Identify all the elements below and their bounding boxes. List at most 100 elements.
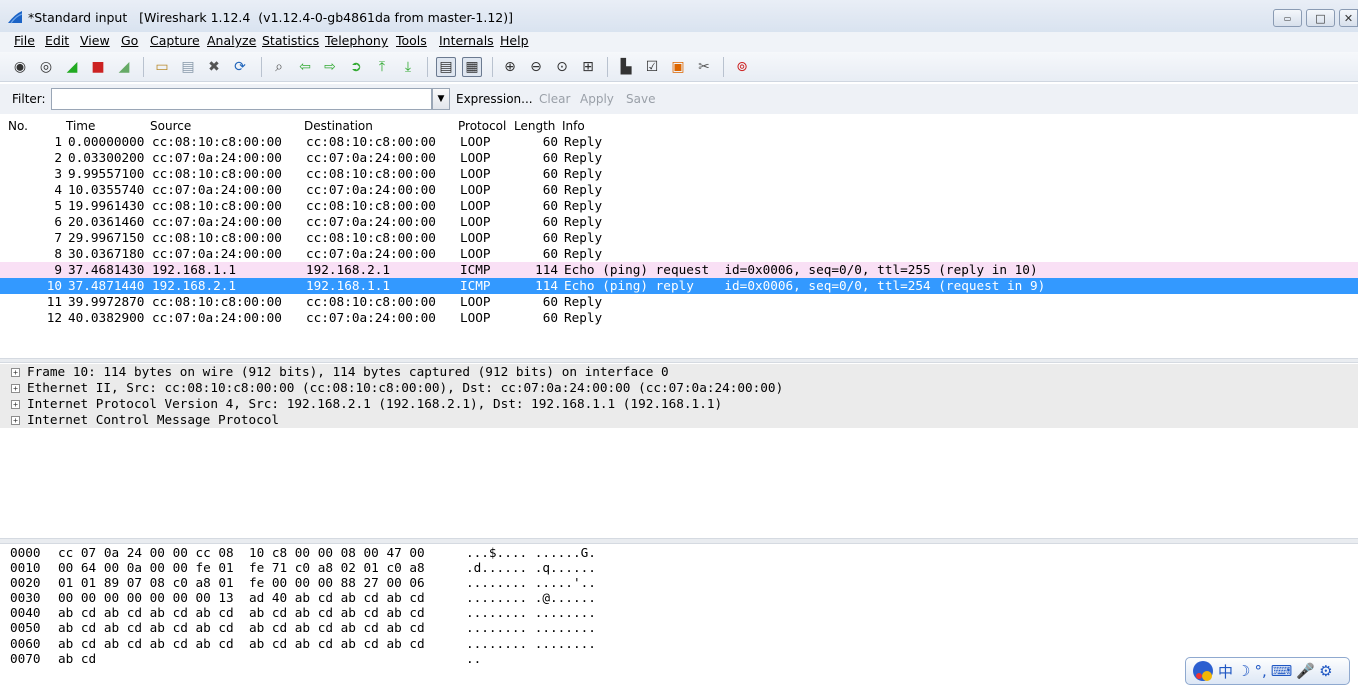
- menu-statistics[interactable]: Statistics: [262, 33, 319, 48]
- go-to-packet-icon[interactable]: ➲: [346, 57, 366, 77]
- zoom-in-icon[interactable]: ⊕: [500, 57, 520, 77]
- expression-button[interactable]: Expression...: [456, 92, 533, 106]
- menu-help[interactable]: Help: [500, 33, 529, 48]
- packet-row[interactable]: 7 29.9967150 cc:08:10:c8:00:00 cc:08:10:c8:…: [0, 230, 1358, 246]
- filter-dropdown-button[interactable]: ▼: [432, 88, 450, 110]
- ime-keyboard-icon[interactable]: ⌨: [1271, 662, 1293, 680]
- packet-time-cell: 37.4681430: [68, 262, 145, 277]
- capture-filters-icon[interactable]: ▙: [616, 57, 636, 77]
- hex-row[interactable]: 0010 00 64 00 0a 00 00 fe 01 fe 71 c0 a8 …: [0, 560, 1358, 575]
- open-file-icon[interactable]: ▭: [152, 57, 172, 77]
- pane-splitter[interactable]: [0, 538, 1358, 544]
- options-icon[interactable]: ◎: [36, 57, 56, 77]
- filter-input[interactable]: [51, 88, 432, 110]
- column-source[interactable]: Source: [150, 119, 191, 133]
- packet-row[interactable]: 1 0.00000000 cc:08:10:c8:00:00 cc:08:10:c8:…: [0, 134, 1358, 150]
- menu-tools[interactable]: Tools: [396, 33, 427, 48]
- go-back-icon[interactable]: ⇦: [295, 57, 315, 77]
- preferences-icon[interactable]: ✂: [694, 57, 714, 77]
- menu-telephony[interactable]: Telephony: [325, 33, 388, 48]
- hex-row[interactable]: 0040 ab cd ab cd ab cd ab cd ab cd ab cd …: [0, 605, 1358, 620]
- resize-columns-icon[interactable]: ⊞: [578, 57, 598, 77]
- packet-row[interactable]: 5 19.9961430 cc:08:10:c8:00:00 cc:08:10:c8:…: [0, 198, 1358, 214]
- pane-splitter[interactable]: [0, 358, 1358, 363]
- packet-row[interactable]: 6 20.0361460 cc:07:0a:24:00:00 cc:07:0a:24:…: [0, 214, 1358, 230]
- ime-moon-icon[interactable]: ☽: [1237, 662, 1250, 680]
- column-length[interactable]: Length: [514, 119, 555, 133]
- menu-analyze[interactable]: Analyze: [207, 33, 256, 48]
- hex-row[interactable]: 0050 ab cd ab cd ab cd ab cd ab cd ab cd …: [0, 620, 1358, 635]
- column-info[interactable]: Info: [562, 119, 585, 133]
- menu-edit[interactable]: Edit: [45, 33, 69, 48]
- menu-go[interactable]: Go: [121, 33, 138, 48]
- reload-icon[interactable]: ⟳: [230, 57, 250, 77]
- expand-icon[interactable]: +: [11, 368, 20, 377]
- packet-row[interactable]: 8 30.0367180 cc:07:0a:24:00:00 cc:07:0a:24:…: [0, 246, 1358, 262]
- packet-row[interactable]: 9 37.4681430 192.168.1.1 192.168.2.1 ICMP 114…: [0, 262, 1358, 278]
- packet-row[interactable]: 4 10.0355740 cc:07:0a:24:00:00 cc:07:0a:24:…: [0, 182, 1358, 198]
- filter-bar: Filter: ▼ Expression... Clear Apply Save: [0, 84, 1358, 114]
- menu-view[interactable]: View: [80, 33, 110, 48]
- hex-row[interactable]: 0020 01 01 89 07 08 c0 a8 01 fe 00 00 00 …: [0, 575, 1358, 590]
- zoom-normal-icon[interactable]: ⊙: [552, 57, 572, 77]
- stop-capture-icon[interactable]: ■: [88, 57, 108, 77]
- hex-row[interactable]: 0030 00 00 00 00 00 00 00 13 ad 40 ab cd …: [0, 590, 1358, 605]
- coloring-rules-icon[interactable]: ▣: [668, 57, 688, 77]
- display-filters-icon[interactable]: ☑: [642, 57, 662, 77]
- packet-row[interactable]: 10 37.4871440 192.168.2.1 192.168.1.1 ICMP 11…: [0, 278, 1358, 294]
- ime-punctuation-icon[interactable]: °,: [1254, 662, 1266, 680]
- column-destination[interactable]: Destination: [304, 119, 373, 133]
- go-first-icon[interactable]: ⤒: [372, 57, 392, 77]
- packet-info-cell: Echo (ping) reply id=0x0006, seq=0/0, tt…: [564, 278, 1046, 293]
- minimize-button[interactable]: ▭: [1273, 9, 1302, 27]
- ime-mic-icon[interactable]: 🎤: [1296, 662, 1315, 680]
- packet-row[interactable]: 12 40.0382900 cc:07:0a:24:00:00 cc:07:0a:24…: [0, 310, 1358, 326]
- ime-toolbar[interactable]: 中 ☽ °, ⌨ 🎤 ⚙: [1185, 657, 1350, 685]
- zoom-out-icon[interactable]: ⊖: [526, 57, 546, 77]
- find-packet-icon[interactable]: ⌕: [269, 57, 289, 77]
- detail-tree-item[interactable]: + Frame 10: 114 bytes on wire (912 bits),…: [0, 364, 1358, 380]
- packet-row[interactable]: 2 0.03300200 cc:07:0a:24:00:00 cc:07:0a:24:…: [0, 150, 1358, 166]
- start-capture-icon[interactable]: ◢: [62, 57, 82, 77]
- save-filter-button[interactable]: Save: [626, 92, 655, 106]
- hex-row[interactable]: 0000 cc 07 0a 24 00 00 cc 08 10 c8 00 00 …: [0, 545, 1358, 560]
- go-last-icon[interactable]: ⤓: [398, 57, 418, 77]
- menu-file[interactable]: File: [14, 33, 35, 48]
- expand-icon[interactable]: +: [11, 400, 20, 409]
- packet-info-cell: Reply: [564, 246, 603, 261]
- packet-no-cell: 3: [54, 166, 62, 181]
- packet-src-cell: cc:08:10:c8:00:00: [152, 294, 282, 309]
- packet-row[interactable]: 3 9.99557100 cc:08:10:c8:00:00 cc:08:10:c8:…: [0, 166, 1358, 182]
- menu-capture[interactable]: Capture: [150, 33, 200, 48]
- expand-icon[interactable]: +: [11, 416, 20, 425]
- apply-button[interactable]: Apply: [580, 92, 614, 106]
- packet-row[interactable]: 11 39.9972870 cc:08:10:c8:00:00 cc:08:10:c8…: [0, 294, 1358, 310]
- menu-internals[interactable]: Internals: [439, 33, 494, 48]
- title-bar: *Standard input [Wireshark 1.12.4 (v1.12…: [0, 0, 1358, 32]
- help-icon[interactable]: ⊚: [732, 57, 752, 77]
- close-button[interactable]: ✕: [1339, 9, 1358, 27]
- ime-settings-icon[interactable]: ⚙: [1319, 662, 1332, 680]
- detail-tree-item[interactable]: + Internet Protocol Version 4, Src: 192.1…: [0, 396, 1358, 412]
- hex-ascii: ........ ........: [466, 605, 596, 621]
- packet-len-cell: 60: [542, 182, 558, 197]
- restart-capture-icon[interactable]: ◢: [114, 57, 134, 77]
- detail-tree-item[interactable]: + Internet Control Message Protocol: [0, 412, 1358, 428]
- column-time[interactable]: Time: [66, 119, 95, 133]
- column-protocol[interactable]: Protocol: [458, 119, 506, 133]
- interfaces-icon[interactable]: ◉: [10, 57, 30, 77]
- hex-row[interactable]: 0070 ab cd..: [0, 651, 1358, 666]
- go-forward-icon[interactable]: ⇨: [320, 57, 340, 77]
- expand-icon[interactable]: +: [11, 384, 20, 393]
- column-no[interactable]: No.: [8, 119, 28, 133]
- save-file-icon[interactable]: ▤: [178, 57, 198, 77]
- detail-tree-item[interactable]: + Ethernet II, Src: cc:08:10:c8:00:00 (cc…: [0, 380, 1358, 396]
- auto-scroll-icon[interactable]: ▦: [462, 57, 482, 77]
- hex-offset: 0030: [10, 590, 41, 606]
- ime-chinese-mode-icon[interactable]: 中: [1218, 661, 1233, 682]
- colorize-icon[interactable]: ▤: [436, 57, 456, 77]
- hex-row[interactable]: 0060 ab cd ab cd ab cd ab cd ab cd ab cd …: [0, 636, 1358, 651]
- maximize-button[interactable]: □: [1306, 9, 1335, 27]
- close-file-icon[interactable]: ✖: [204, 57, 224, 77]
- clear-button[interactable]: Clear: [539, 92, 570, 106]
